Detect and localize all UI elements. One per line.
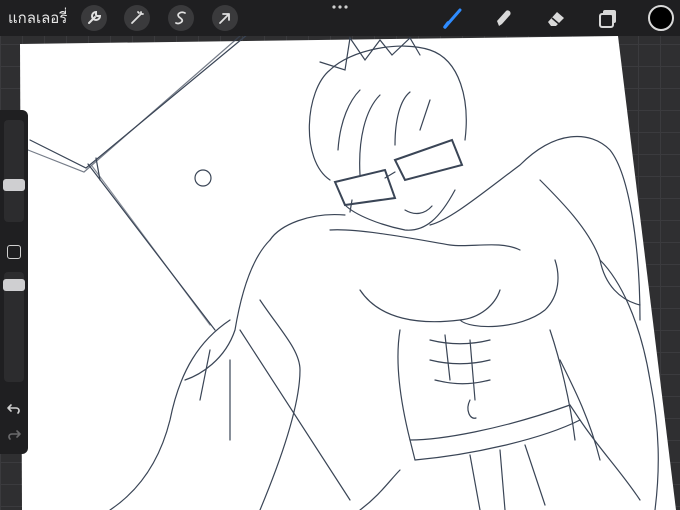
brush-icon[interactable] xyxy=(440,5,466,31)
more-options-icon[interactable] xyxy=(331,3,349,11)
layers-icon[interactable] xyxy=(595,5,621,31)
smudge-icon[interactable] xyxy=(491,5,517,31)
wrench-icon[interactable] xyxy=(81,5,107,31)
opacity-slider[interactable] xyxy=(3,272,25,382)
opacity-handle[interactable] xyxy=(3,279,25,291)
brush-size-handle[interactable] xyxy=(3,179,25,191)
drawing-canvas[interactable] xyxy=(0,0,680,510)
brush-size-slider[interactable] xyxy=(3,120,25,222)
color-picker-button[interactable] xyxy=(648,5,674,31)
left-sidebar xyxy=(0,110,28,454)
redo-icon[interactable] xyxy=(6,428,22,442)
top-toolbar: แกลเลอรี่ xyxy=(0,0,680,36)
gallery-button[interactable]: แกลเลอรี่ xyxy=(8,8,67,28)
eraser-icon[interactable] xyxy=(543,5,569,31)
undo-icon[interactable] xyxy=(6,402,22,416)
selection-s-icon[interactable] xyxy=(168,5,194,31)
transform-arrow-icon[interactable] xyxy=(212,5,238,31)
magic-wand-icon[interactable] xyxy=(124,5,150,31)
square-modify-icon[interactable] xyxy=(7,245,21,259)
